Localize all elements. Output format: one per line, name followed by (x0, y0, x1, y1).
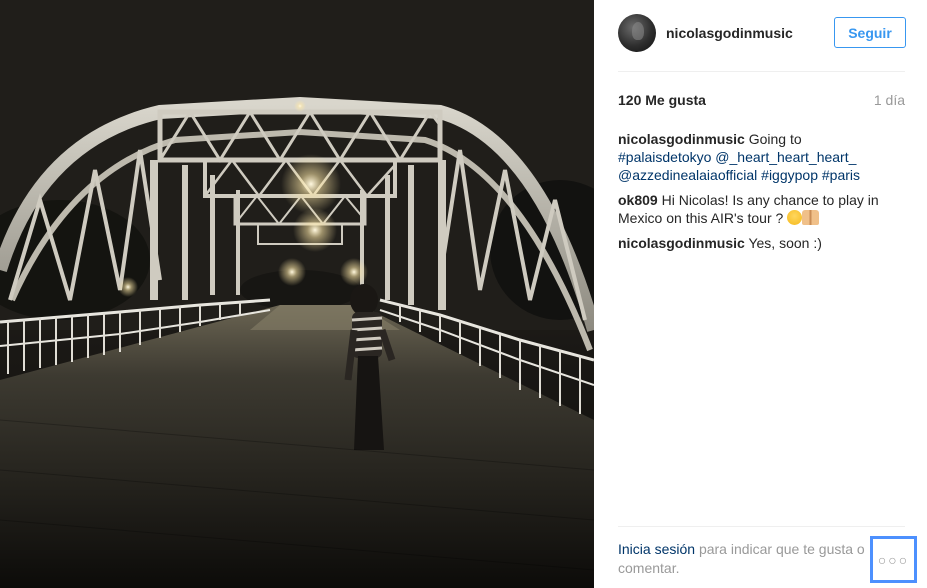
more-options-icon[interactable]: ○○○ (870, 536, 917, 583)
caption-text: Going to (748, 131, 802, 147)
praying-hands-emoji-icon (802, 210, 820, 225)
divider (618, 71, 905, 72)
mention-link[interactable]: @_heart_heart_heart_ (715, 149, 856, 165)
bridge-night-photo (0, 0, 594, 588)
username-link[interactable]: nicolasgodinmusic (666, 25, 793, 41)
post-photo[interactable] (0, 0, 594, 588)
comment: ok809 Hi Nicolas! Is any chance to play … (618, 191, 908, 227)
comment-text: Yes, soon :) (748, 235, 822, 251)
comments-list: nicolasgodinmusic Going to #palaisdetoky… (618, 130, 908, 259)
mention-link[interactable]: @azzedinealaiaofficial (618, 167, 757, 183)
caption-username[interactable]: nicolasgodinmusic (618, 131, 745, 147)
post-sidebar: nicolasgodinmusic Seguir 120 Me gusta 1 … (594, 0, 927, 588)
login-prompt: Inicia sesión para indicar que te gusta … (618, 540, 868, 578)
post-header: nicolasgodinmusic Seguir (618, 14, 906, 54)
hashtag-link[interactable]: #iggypop (761, 167, 818, 183)
post-stats: 120 Me gusta 1 día (618, 92, 905, 112)
post-time[interactable]: 1 día (874, 92, 905, 108)
comment: nicolasgodinmusic Yes, soon :) (618, 234, 908, 252)
follow-button[interactable]: Seguir (834, 17, 906, 48)
comment-username[interactable]: ok809 (618, 192, 658, 208)
caption: nicolasgodinmusic Going to #palaisdetoky… (618, 130, 908, 184)
comment-username[interactable]: nicolasgodinmusic (618, 235, 745, 251)
login-link[interactable]: Inicia sesión (618, 541, 695, 557)
likes-count[interactable]: 120 Me gusta (618, 92, 706, 108)
avatar[interactable] (618, 14, 656, 52)
comment-text: Hi Nicolas! Is any chance to play in Mex… (618, 192, 879, 226)
divider (618, 526, 905, 527)
hashtag-link[interactable]: #palaisdetokyo (618, 149, 711, 165)
smiling-face-emoji-icon (787, 210, 803, 225)
hashtag-link[interactable]: #paris (822, 167, 860, 183)
